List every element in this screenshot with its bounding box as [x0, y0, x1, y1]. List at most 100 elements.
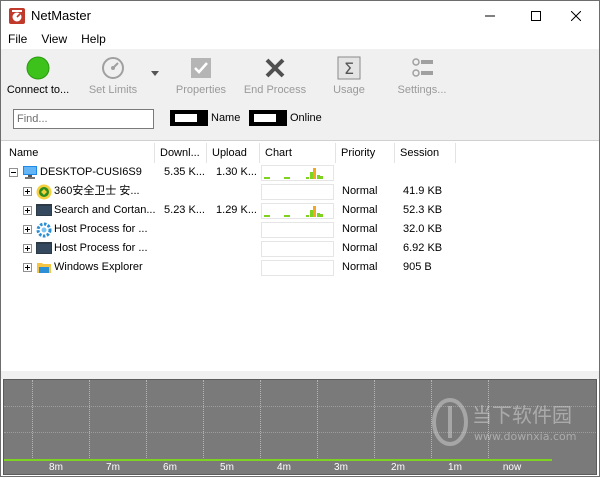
- cell-upload: [208, 258, 257, 277]
- settings-label: Settings...: [397, 84, 447, 96]
- cell-download: 5.35 K...: [164, 166, 205, 178]
- connect-button[interactable]: Connect to...: [5, 49, 71, 97]
- title-bar[interactable]: NetMaster: [1, 1, 599, 31]
- chart-bar: [264, 215, 270, 217]
- find-input[interactable]: [13, 109, 154, 129]
- set-limits-label: Set Limits: [88, 84, 138, 96]
- traffic-line: [4, 459, 552, 461]
- expand-icon[interactable]: [23, 187, 32, 196]
- mini-chart: [261, 222, 334, 238]
- cell-name: 360安全卫士 安...: [54, 185, 140, 197]
- watermark-text: 当下软件园: [472, 403, 572, 427]
- column-header-upload[interactable]: Upload: [208, 143, 260, 163]
- expand-icon[interactable]: [23, 263, 32, 272]
- svg-text:Σ: Σ: [344, 59, 354, 78]
- online-toggle-label: Online: [290, 112, 322, 124]
- splitter[interactable]: [1, 371, 599, 379]
- cell-name: Host Process for ...: [54, 242, 148, 254]
- computer-icon: [22, 165, 38, 180]
- column-header-priority[interactable]: Priority: [337, 143, 395, 163]
- menu-help[interactable]: Help: [74, 31, 113, 49]
- gauge-icon: [100, 55, 126, 81]
- cell-name: Windows Explorer: [54, 261, 143, 273]
- cell-upload: [208, 220, 257, 239]
- graph-x-tick: 5m: [220, 462, 234, 473]
- table-row[interactable]: DESKTOP-CUSI6S9 5.35 K... 1.30 K...: [1, 163, 599, 182]
- table-row[interactable]: 360安全卫士 安... Normal 41.9 KB: [1, 182, 599, 201]
- set-limits-dropdown-icon[interactable]: [151, 67, 159, 79]
- name-toggle[interactable]: [170, 110, 208, 126]
- cell-download: 5.23 K...: [164, 204, 205, 216]
- cell-upload: [208, 182, 257, 201]
- checkbox-icon: [188, 55, 214, 81]
- sigma-icon: Σ: [336, 55, 362, 81]
- close-button[interactable]: [553, 1, 599, 31]
- cell-priority: Normal: [342, 223, 378, 235]
- watermark-url: www.downxia.com: [474, 430, 576, 443]
- column-header-session[interactable]: Session: [396, 143, 456, 163]
- cell-priority: Normal: [342, 204, 378, 216]
- cell-session: [403, 163, 455, 182]
- minimize-button[interactable]: [467, 1, 513, 31]
- usage-button[interactable]: Σ Usage: [327, 49, 371, 97]
- graph-gridline: [146, 380, 147, 460]
- menu-bar: File View Help: [1, 31, 599, 49]
- settings-button[interactable]: Settings...: [393, 49, 451, 97]
- cell-download: [156, 182, 205, 201]
- filter-bar: Name Online: [1, 97, 599, 141]
- chart-bar: [320, 176, 323, 179]
- table-row[interactable]: Host Process for ... Normal 32.0 KB: [1, 220, 599, 239]
- window-title: NetMaster: [31, 8, 91, 23]
- end-process-button[interactable]: End Process: [243, 49, 307, 97]
- graph-gridline: [32, 380, 33, 460]
- table-row[interactable]: Search and Cortan... 5.23 K... 1.29 K... No…: [1, 201, 599, 220]
- cell-priority: Normal: [342, 242, 378, 254]
- cell-download: [156, 220, 205, 239]
- cell-upload: 1.29 K...: [216, 204, 257, 216]
- collapse-icon[interactable]: [9, 168, 18, 177]
- cell-name: DESKTOP-CUSI6S9: [40, 166, 142, 178]
- expand-icon[interactable]: [23, 225, 32, 234]
- graph-x-tick: 4m: [277, 462, 291, 473]
- cell-session: 905 B: [403, 261, 432, 273]
- process-table: Name Downl... Upload Chart Priority Sess…: [1, 141, 599, 371]
- app-window: NetMaster File View Help Connect to... S…: [0, 0, 600, 477]
- toolbar: Connect to... Set Limits Properties End …: [1, 49, 599, 97]
- properties-button[interactable]: Properties: [171, 49, 231, 97]
- cell-download: [156, 239, 205, 258]
- mini-chart: [261, 203, 334, 219]
- column-header-download[interactable]: Downl...: [156, 143, 207, 163]
- graph-x-tick: 8m: [49, 462, 63, 473]
- expand-icon[interactable]: [23, 206, 32, 215]
- chart-bar: [320, 214, 323, 217]
- graph-gridline: [89, 380, 90, 460]
- graph-x-tick: 2m: [391, 462, 405, 473]
- menu-file[interactable]: File: [1, 31, 34, 49]
- column-header-chart[interactable]: Chart: [261, 143, 336, 163]
- set-limits-button[interactable]: Set Limits: [85, 49, 141, 97]
- chart-bar: [284, 215, 290, 217]
- usage-label: Usage: [333, 84, 365, 96]
- cell-session: 52.3 KB: [403, 204, 443, 216]
- graph-gridline: [317, 380, 318, 460]
- gear-icon: [36, 222, 52, 238]
- properties-label: Properties: [175, 84, 227, 96]
- mini-chart: [261, 184, 334, 200]
- table-row[interactable]: Windows Explorer Normal 905 B: [1, 258, 599, 277]
- expand-icon[interactable]: [23, 244, 32, 253]
- menu-view[interactable]: View: [34, 31, 74, 49]
- online-toggle[interactable]: [249, 110, 287, 126]
- column-header-name[interactable]: Name: [5, 143, 155, 163]
- graph-x-tick: now: [502, 462, 522, 473]
- mini-chart: [261, 165, 334, 181]
- cell-download: [156, 258, 205, 277]
- netmaster-logo-icon: [9, 8, 25, 24]
- table-row[interactable]: Host Process for ... Normal 6.92 KB: [1, 239, 599, 258]
- graph-x-tick: 7m: [106, 462, 120, 473]
- graph-gridline: [374, 380, 375, 460]
- minimize-icon: [485, 15, 495, 17]
- graph-x-tick: 6m: [163, 462, 177, 473]
- green-circle-icon: [25, 55, 51, 81]
- cell-session: 41.9 KB: [403, 185, 443, 197]
- cell-upload: [208, 239, 257, 258]
